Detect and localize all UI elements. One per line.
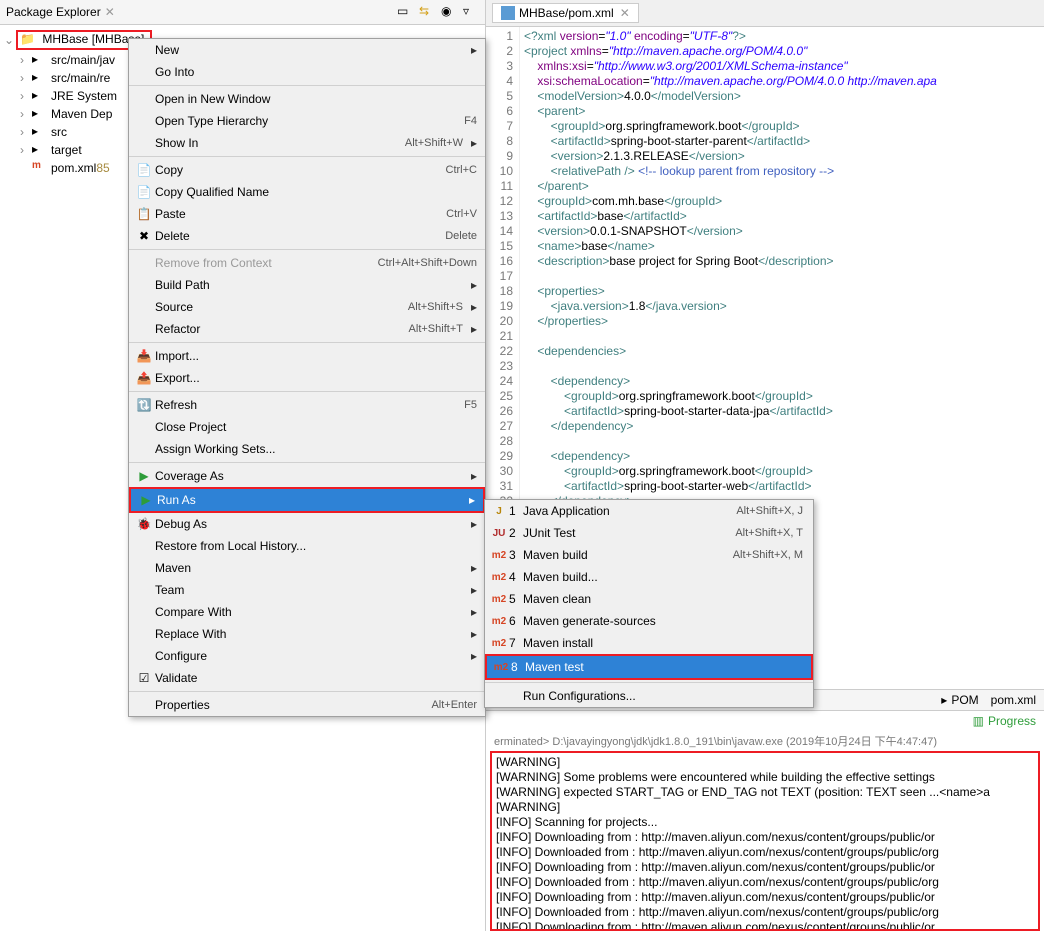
submenu-arrow-icon: ▸ (471, 517, 477, 531)
submenu-arrow-icon: ▸ (471, 43, 477, 57)
m2-icon: m2 (491, 662, 511, 673)
close-icon[interactable]: ✕ (105, 5, 115, 19)
menu-item-open-in-new-window[interactable]: Open in New Window (129, 88, 485, 110)
pom-tab[interactable]: ▸ POM (941, 693, 978, 707)
menu-item-team[interactable]: Team▸ (129, 579, 485, 601)
menu-item-configure[interactable]: Configure▸ (129, 645, 485, 667)
menu-item-restore-from-local-history-[interactable]: Restore from Local History... (129, 535, 485, 557)
run-icon: ▶ (135, 493, 157, 507)
menu-item-remove-from-context[interactable]: Remove from ContextCtrl+Alt+Shift+Down (129, 252, 485, 274)
delete-icon: ✖ (133, 229, 155, 243)
editor-tab-bar: MHBase/pom.xml ✕ (486, 0, 1044, 27)
close-tab-icon[interactable]: ✕ (620, 6, 630, 20)
menu-item-replace-with[interactable]: Replace With▸ (129, 623, 485, 645)
coverage-icon: ▶ (133, 469, 155, 483)
submenu-arrow-icon: ▸ (471, 583, 477, 597)
submenu-item-maven-build-[interactable]: m24Maven build... (485, 566, 813, 588)
pomxml-tab[interactable]: pom.xml (991, 693, 1036, 707)
submenu-arrow-icon: ▸ (471, 322, 477, 336)
submenu-item-maven-install[interactable]: m27Maven install (485, 632, 813, 654)
menu-item-assign-working-sets-[interactable]: Assign Working Sets... (129, 438, 485, 460)
submenu-arrow-icon: ▸ (469, 493, 475, 507)
folder-icon: ▸ (32, 106, 48, 122)
editor-tab-label: MHBase/pom.xml (519, 6, 614, 20)
submenu-item-maven-clean[interactable]: m25Maven clean (485, 588, 813, 610)
progress-view[interactable]: ▥ Progress (973, 714, 1036, 728)
menu-item-refactor[interactable]: RefactorAlt+Shift+T▸ (129, 318, 485, 340)
folder-icon: ▸ (32, 124, 48, 140)
submenu-arrow-icon: ▸ (471, 649, 477, 663)
submenu-arrow-icon: ▸ (471, 561, 477, 575)
menu-item-export-[interactable]: 📤Export... (129, 367, 485, 389)
project-icon: 📁 (20, 32, 36, 48)
maven-file-icon (501, 6, 515, 20)
menu-item-compare-with[interactable]: Compare With▸ (129, 601, 485, 623)
link-editor-icon[interactable]: ⇆ (419, 4, 435, 20)
paste-icon: 📋 (133, 207, 155, 221)
submenu-arrow-icon: ▸ (471, 627, 477, 641)
folder-icon: ▸ (32, 70, 48, 86)
export-icon: 📤 (133, 371, 155, 385)
refresh-icon: 🔃 (133, 398, 155, 412)
menu-item-delete[interactable]: ✖DeleteDelete (129, 225, 485, 247)
submenu-item-junit-test[interactable]: JU2JUnit TestAlt+Shift+X, T (485, 522, 813, 544)
folder-icon: ▸ (32, 88, 48, 104)
submenu-item-maven-build[interactable]: m23Maven buildAlt+Shift+X, M (485, 544, 813, 566)
console-output[interactable]: [WARNING][WARNING] Some problems were en… (490, 751, 1040, 931)
submenu-arrow-icon: ▸ (471, 136, 477, 150)
menu-item-new[interactable]: New▸ (129, 39, 485, 61)
menu-item-open-type-hierarchy[interactable]: Open Type HierarchyF4 (129, 110, 485, 132)
import-icon: 📥 (133, 349, 155, 363)
check-icon: ☑ (133, 671, 155, 685)
package-explorer-title: Package Explorer (6, 5, 101, 19)
menu-item-build-path[interactable]: Build Path▸ (129, 274, 485, 296)
menu-item-source[interactable]: SourceAlt+Shift+S▸ (129, 296, 485, 318)
menu-item-go-into[interactable]: Go Into (129, 61, 485, 83)
submenu-item-maven-test[interactable]: m28Maven test (487, 656, 811, 678)
copy-icon: 📄 (133, 163, 155, 177)
menu-item-copy-qualified-name[interactable]: 📄Copy Qualified Name (129, 181, 485, 203)
view-menu-icon[interactable]: ▿ (463, 4, 479, 20)
menu-item-show-in[interactable]: Show InAlt+Shift+W▸ (129, 132, 485, 154)
JU-icon: JU (489, 528, 509, 539)
submenu-item-java-application[interactable]: J1Java ApplicationAlt+Shift+X, J (485, 500, 813, 522)
menu-item-refresh[interactable]: 🔃RefreshF5 (129, 394, 485, 416)
menu-item-validate[interactable]: ☑Validate (129, 667, 485, 689)
menu-item-coverage-as[interactable]: ▶Coverage As▸ (129, 465, 485, 487)
submenu-item-run-configurations-[interactable]: Run Configurations... (485, 685, 813, 707)
submenu-arrow-icon: ▸ (471, 300, 477, 314)
context-menu: New▸Go Into Open in New WindowOpen Type H… (128, 38, 486, 717)
package-explorer-header: Package Explorer ✕ ▭ ⇆ ◉ ▿ (0, 0, 485, 25)
m2-icon: m2 (489, 616, 509, 627)
menu-item-close-project[interactable]: Close Project (129, 416, 485, 438)
collapse-all-icon[interactable]: ▭ (397, 4, 413, 20)
bottom-view-tabs: ▥ Progress (486, 710, 1044, 731)
menu-item-properties[interactable]: PropertiesAlt+Enter (129, 694, 485, 716)
editor-tab[interactable]: MHBase/pom.xml ✕ (492, 3, 639, 23)
debug-icon: 🐞 (133, 517, 155, 531)
focus-icon[interactable]: ◉ (441, 4, 457, 20)
m2-icon: m2 (489, 638, 509, 649)
menu-item-run-as[interactable]: ▶Run As▸ (131, 489, 483, 511)
console-status: erminated> D:\javayingyong\jdk\jdk1.8.0_… (486, 731, 1044, 751)
menu-item-copy[interactable]: 📄CopyCtrl+C (129, 159, 485, 181)
submenu-arrow-icon: ▸ (471, 605, 477, 619)
menu-item-import-[interactable]: 📥Import... (129, 345, 485, 367)
submenu-item-maven-generate-sources[interactable]: m26Maven generate-sources (485, 610, 813, 632)
J-icon: J (489, 506, 509, 517)
folder-icon: ▸ (32, 142, 48, 158)
submenu-arrow-icon: ▸ (471, 278, 477, 292)
copy-icon: 📄 (133, 185, 155, 199)
submenu-arrow-icon: ▸ (471, 469, 477, 483)
m2-icon: m2 (489, 550, 509, 561)
run-as-submenu: J1Java ApplicationAlt+Shift+X, JJU2JUnit… (484, 499, 814, 708)
folder-icon: ▸ (32, 52, 48, 68)
m2-icon: m2 (489, 594, 509, 605)
maven-icon: m (32, 160, 48, 176)
m2-icon: m2 (489, 572, 509, 583)
menu-item-debug-as[interactable]: 🐞Debug As▸ (129, 513, 485, 535)
menu-item-maven[interactable]: Maven▸ (129, 557, 485, 579)
menu-item-paste[interactable]: 📋PasteCtrl+V (129, 203, 485, 225)
